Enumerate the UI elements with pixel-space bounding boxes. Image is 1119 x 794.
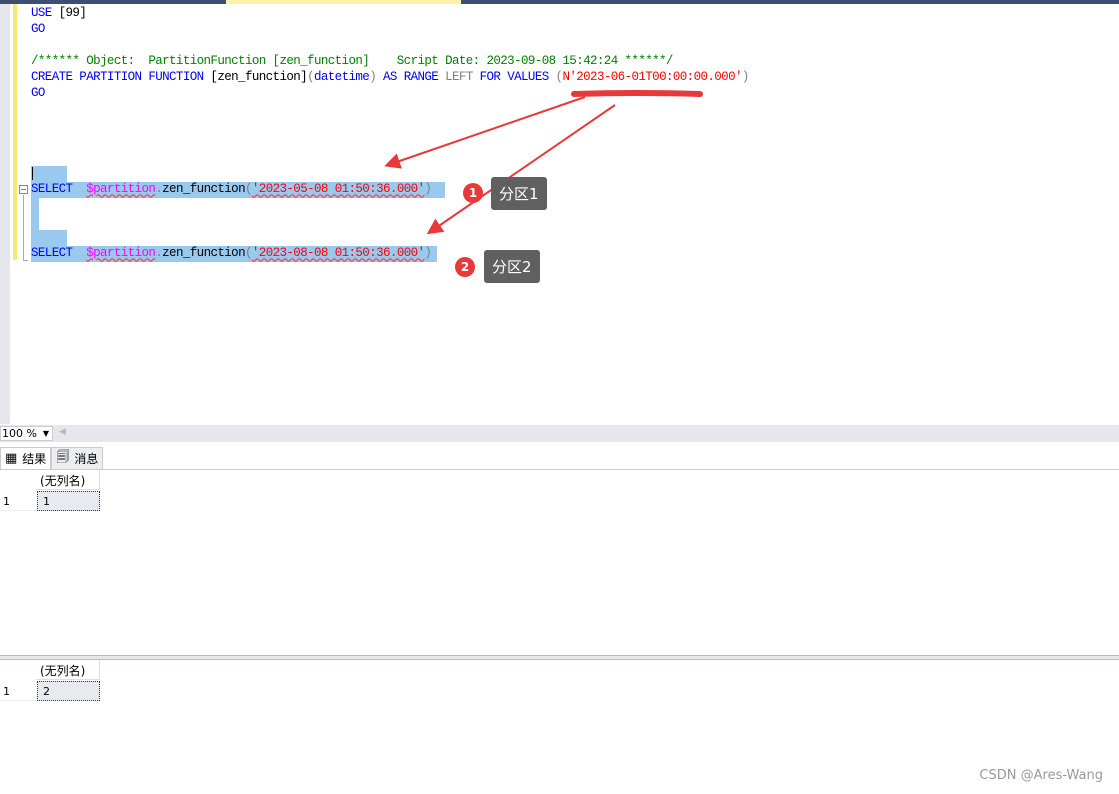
column-header[interactable]: (无列名) bbox=[36, 660, 100, 680]
messages-icon: 🗐 bbox=[56, 449, 70, 465]
annotation-label: 分区1 bbox=[491, 177, 547, 210]
zoom-value: 100 % bbox=[2, 427, 37, 440]
zoom-bar bbox=[0, 425, 1119, 442]
annotation-badge: 2 bbox=[455, 257, 475, 277]
grid-icon: ▦ bbox=[5, 451, 18, 466]
zoom-select[interactable]: 100 % ▼ bbox=[0, 426, 53, 441]
tab-results[interactable]: ▦ 结果 bbox=[0, 447, 52, 469]
tab-label: 结果 bbox=[22, 452, 47, 466]
red-underline bbox=[571, 90, 703, 97]
tab-label: 消息 bbox=[74, 452, 99, 466]
grid-cell[interactable]: 1 bbox=[37, 491, 100, 511]
tab-messages[interactable]: 🗐 消息 bbox=[51, 447, 104, 469]
row-number[interactable]: 1 bbox=[0, 681, 36, 701]
chevron-down-icon: ▼ bbox=[42, 429, 49, 438]
watermark: CSDN @Ares-Wang bbox=[979, 768, 1103, 783]
red-arrow bbox=[426, 104, 616, 235]
row-number[interactable]: 1 bbox=[0, 491, 36, 511]
annotation-label: 分区2 bbox=[484, 250, 540, 283]
result-grid-2: (无列名) 1 2 bbox=[0, 660, 1119, 794]
results-tabs: ▦ 结果 🗐 消息 bbox=[0, 447, 104, 469]
result-grid-1: (无列名) 1 1 bbox=[0, 469, 1119, 655]
column-header[interactable]: (无列名) bbox=[36, 470, 100, 490]
annotation-badge: 1 bbox=[463, 183, 483, 203]
red-arrow bbox=[384, 96, 586, 169]
grid-cell[interactable]: 2 bbox=[37, 681, 100, 701]
scroll-left-icon[interactable]: ◀ bbox=[59, 427, 66, 437]
